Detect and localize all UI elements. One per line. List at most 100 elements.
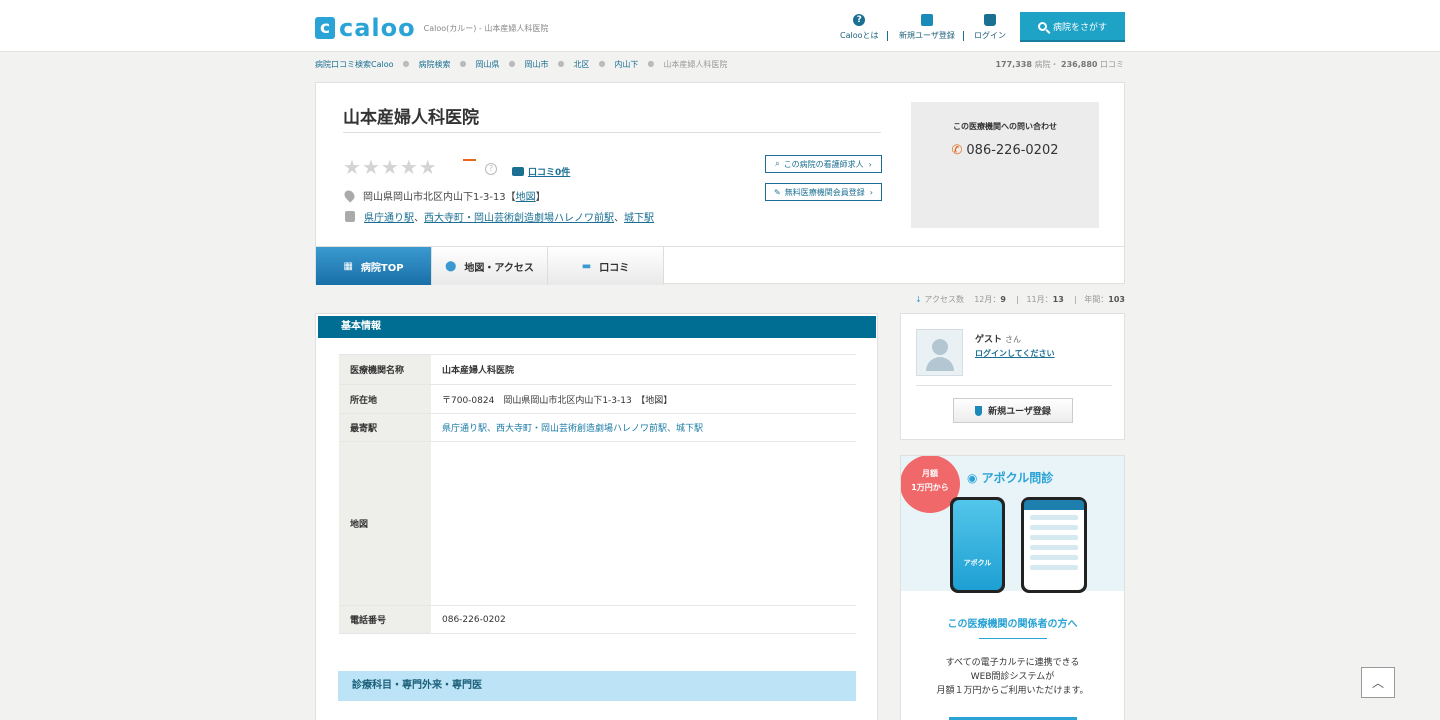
divider — [916, 385, 1112, 386]
badge-line: 1万円から — [911, 483, 949, 492]
back-to-top-button[interactable]: ︿ — [1361, 667, 1395, 698]
tab-label: 病院TOP — [360, 262, 404, 274]
help-icon[interactable]: ? — [485, 163, 497, 175]
login-link[interactable]: ログインしてください — [975, 348, 1055, 359]
review-count-link[interactable]: 口コミ0件 — [512, 165, 570, 178]
star-icon: ★ — [399, 155, 418, 179]
ad-brand: ◉ アポクル問診 — [967, 469, 1053, 486]
tab-map-access[interactable]: ⬤ 地図・アクセス — [432, 247, 548, 285]
register-user-button[interactable]: 新規ユーザ登録 — [953, 398, 1073, 423]
user-name: ゲスト — [975, 335, 1003, 345]
station-link[interactable]: 県庁通り駅 — [364, 209, 414, 224]
row-value: 086-226-0202 — [431, 605, 856, 634]
chevron-right-icon: › — [869, 187, 873, 197]
register-user-label: 新規ユーザ登録 — [988, 407, 1051, 417]
ad-text-line: WEB問診システムが — [970, 672, 1055, 682]
phone-screen — [1024, 500, 1084, 590]
star-icon: ★ — [361, 155, 380, 179]
row-key: 地図 — [339, 441, 431, 606]
station-link[interactable]: 西大寺町・岡山芸術創造劇場ハレノワ前駅 — [424, 209, 614, 224]
bracket: 【 — [505, 192, 516, 203]
register-facility-label: 無料医療機関会員登録 — [784, 187, 865, 197]
map-link[interactable]: 地図 — [516, 188, 536, 203]
breadcrumb-current: 山本産婦人科医院 — [663, 60, 728, 69]
review-count-label: 口コミ0件 — [528, 168, 571, 178]
chevron-right-icon: › — [868, 159, 872, 169]
lock-icon — [984, 14, 996, 26]
pencil-icon: ✎ — [774, 187, 781, 197]
search-hospital-button[interactable]: 病院をさがす — [1020, 12, 1125, 42]
contact-phone[interactable]: ✆ 086-226-0202 — [911, 143, 1099, 158]
table-row: 地図 — [339, 441, 856, 606]
hospital-card: 山本産婦人科医院 ★ ★ ★ ★ ★ ? 口コミ0件 岡山県岡山市北区内山下1-… — [315, 82, 1125, 285]
user-panel: ゲスト さん ログインしてください 新規ユーザ登録 — [900, 313, 1125, 440]
tab-hospital-top[interactable]: ▦ 病院TOP — [316, 247, 432, 285]
bracket: 】 — [535, 192, 546, 203]
logo[interactable]: c caloo Caloo(カルー) - 山本産婦人科医院 — [315, 14, 548, 42]
address-row: 岡山県岡山市北区内山下1-3-13 【地図】 — [342, 188, 546, 203]
pin-icon — [342, 188, 357, 203]
review-count: 236,880 — [1061, 60, 1098, 69]
ad-text-line: すべての電子カルテに連携できる — [945, 658, 1080, 668]
station-link[interactable]: 城下駅 — [624, 209, 654, 224]
access-label: アクセス数 — [924, 295, 965, 304]
nav-divider — [963, 31, 964, 41]
separator: 、 — [614, 213, 624, 224]
tab-reviews[interactable]: ▬ 口コミ — [548, 247, 664, 285]
breadcrumb-item[interactable]: 病院口コミ検索Caloo — [315, 59, 394, 70]
logo-subtitle: Caloo(カルー) - 山本産婦人科医院 — [423, 23, 549, 33]
nurse-jobs-button[interactable]: ⌕ この病院の看護師求人 › — [765, 155, 882, 173]
nurse-jobs-label: この病院の看護師求人 — [783, 159, 864, 169]
breadcrumb-item[interactable]: 内山下 — [614, 59, 638, 70]
nav-divider — [887, 31, 888, 41]
user-honorific: さん — [1005, 335, 1022, 344]
row-key: 医療機関名称 — [339, 354, 431, 385]
hospital-icon: ▦ — [343, 260, 353, 272]
separator: 、 — [414, 213, 424, 224]
phone-number: 086-226-0202 — [966, 143, 1059, 158]
map-area[interactable] — [431, 441, 856, 606]
train-icon — [345, 211, 355, 222]
row-value: 山本産婦人科医院 — [431, 354, 856, 385]
site-counts: 177,338 病院・ 236,880 口コミ — [995, 59, 1124, 70]
question-icon: ? — [853, 14, 866, 26]
table-row: 電話番号 086-226-0202 — [339, 605, 856, 634]
breadcrumb-item[interactable]: 岡山県 — [475, 59, 499, 70]
breadcrumb: 病院口コミ検索Caloo ● 病院検索 ● 岡山県 ● 岡山市 ● 北区 ● 内山下 ● 山… — [315, 59, 728, 70]
star-icon: ★ — [343, 155, 361, 179]
hospital-tabs: ▦ 病院TOP ⬤ 地図・アクセス ▬ 口コミ — [316, 246, 1124, 285]
apokul-ad[interactable]: 月額 1万円から ◉ アポクル問診 アポクル この医療機関の関係者の方へ すべて… — [900, 455, 1125, 720]
logo-mark: c — [315, 17, 335, 39]
hospital-count: 177,338 — [995, 60, 1032, 69]
nav-login[interactable]: ログイン — [974, 14, 1006, 41]
station-row: 県庁通り駅、 西大寺町・岡山芸術創造劇場ハレノワ前駅、 城下駅 — [343, 209, 654, 224]
arrow-down-icon: ↓ — [915, 295, 922, 304]
site-header: c caloo Caloo(カルー) - 山本産婦人科医院 ? Calooとは … — [0, 0, 1440, 52]
rating-stars: ★ ★ ★ ★ ★ — [343, 156, 438, 178]
row-value[interactable]: 県庁通り駅、西大寺町・岡山芸術創造劇場ハレノワ前駅、城下駅 — [431, 413, 856, 442]
access-dec: 9 — [1000, 295, 1006, 304]
breadcrumb-item[interactable]: 北区 — [573, 59, 589, 70]
table-row: 医療機関名称 山本産婦人科医院 — [339, 354, 856, 385]
search-icon: ⌕ — [775, 159, 780, 168]
badge-line: 月額 — [922, 469, 938, 478]
tab-label: 地図・アクセス — [464, 262, 534, 274]
nav-about[interactable]: ? Calooとは — [840, 14, 879, 41]
ad-text-line: 月額１万円からご利用いただけます。 — [936, 686, 1089, 696]
ad-heading: この医療機関の関係者の方へ — [947, 619, 1078, 630]
apokul-logo-icon: ◉ — [967, 471, 978, 485]
comment-icon: ▬ — [581, 260, 592, 272]
breadcrumb-item[interactable]: 岡山市 — [524, 59, 548, 70]
table-row: 最寄駅 県庁通り駅、西大寺町・岡山芸術創造劇場ハレノワ前駅、城下駅 — [339, 413, 856, 442]
nav-about-label: Calooとは — [840, 31, 879, 40]
nav-register[interactable]: 新規ユーザ登録 — [899, 14, 955, 41]
pin-icon: ⬤ — [445, 260, 457, 272]
leaf-icon — [975, 405, 983, 416]
star-icon: ★ — [380, 155, 399, 179]
row-key: 最寄駅 — [339, 413, 431, 442]
register-facility-button[interactable]: ✎ 無料医療機関会員登録 › — [765, 183, 882, 201]
phone-mockup: アポクル — [950, 497, 1005, 593]
breadcrumb-item[interactable]: 病院検索 — [418, 59, 450, 70]
divider — [343, 132, 881, 133]
section-header: 基本情報 — [318, 316, 876, 338]
